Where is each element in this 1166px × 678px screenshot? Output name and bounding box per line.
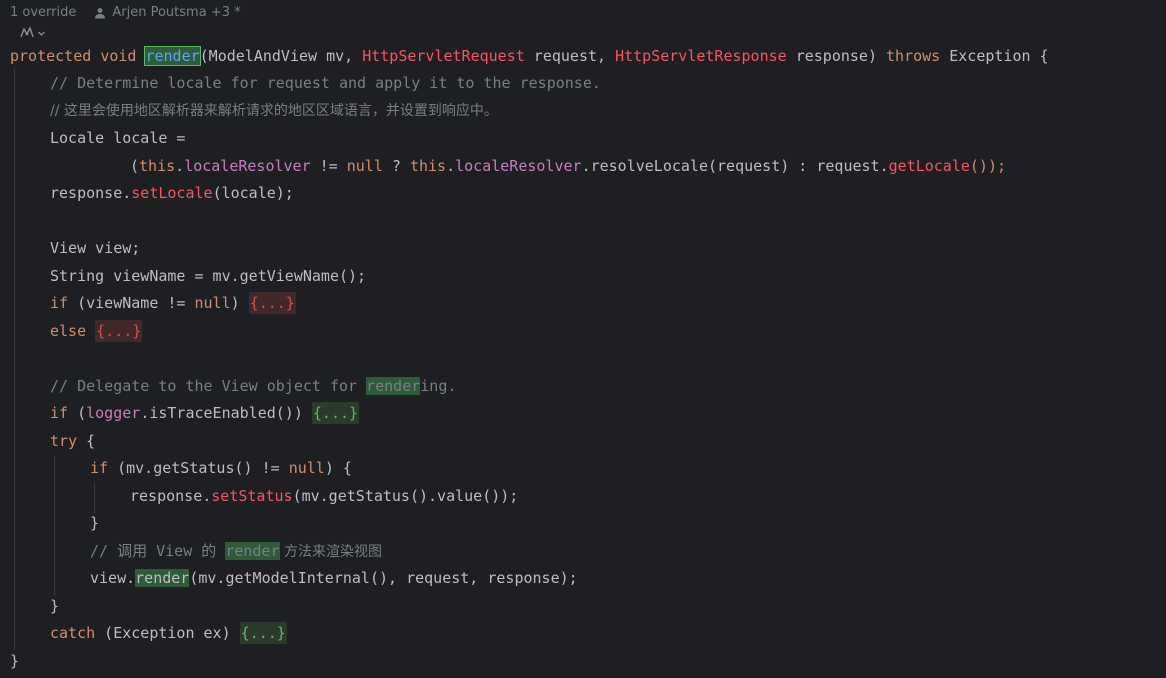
keyword-this: this xyxy=(139,157,176,175)
closing-brace: } xyxy=(10,652,20,670)
folded-block[interactable]: {...} xyxy=(248,292,296,314)
exception-text: Exception { xyxy=(940,47,1049,65)
operator: != xyxy=(310,157,347,175)
code-line-catch[interactable]: catch (Exception ex) {...} xyxy=(50,622,287,644)
call-end: ()); xyxy=(969,157,1007,175)
brace: { xyxy=(77,432,96,450)
args: (mv.getModelInternal(), request, respons… xyxy=(189,569,578,587)
keyword-catch: catch xyxy=(50,624,96,642)
field-locale-resolver[interactable]: localeResolver xyxy=(184,157,310,175)
type-http-request[interactable]: HttpServletRequest xyxy=(362,47,525,65)
indent-guide xyxy=(94,483,95,513)
keyword-void: void xyxy=(100,47,137,65)
comment-text: ing. xyxy=(420,377,457,395)
person-icon xyxy=(94,7,106,19)
keyword-protected: protected xyxy=(10,47,92,65)
param-text: request, xyxy=(524,47,616,65)
keyword-try: try xyxy=(50,432,78,450)
method-set-status[interactable]: setStatus xyxy=(211,487,292,505)
code-vision-hints: 1 override Arjen Poutsma +3 * xyxy=(10,3,241,21)
code-comment-call-render[interactable]: // 调用 View 的 render 方法来渲染视图 xyxy=(90,540,382,562)
brace: ) { xyxy=(324,459,352,477)
type-http-response[interactable]: HttpServletResponse xyxy=(615,47,787,65)
keyword-if: if xyxy=(50,294,69,312)
keyword-null: null xyxy=(194,294,231,312)
code-line-method-signature[interactable]: protected void render(ModelAndView mv, H… xyxy=(10,45,1049,67)
indent-guide xyxy=(54,456,55,596)
paren: ( xyxy=(130,157,140,175)
closing-brace: } xyxy=(90,514,100,532)
code-line-try[interactable]: try { xyxy=(50,430,95,452)
receiver: response. xyxy=(50,184,132,202)
code-line-set-locale[interactable]: response.setLocale(locale); xyxy=(50,182,294,204)
args: (mv.getStatus().value()); xyxy=(292,487,519,505)
code-line-if-status[interactable]: if (mv.getStatus() != null) { xyxy=(90,457,352,479)
keyword-if: if xyxy=(50,404,69,422)
folded-block[interactable]: {...} xyxy=(239,622,287,644)
code-line-viewname-decl[interactable]: String viewName = mv.getViewName(); xyxy=(50,265,366,287)
condition: (mv.getStatus() != xyxy=(108,459,289,477)
code-line-else[interactable]: else {...} xyxy=(50,320,143,342)
condition: (viewName != xyxy=(68,294,195,312)
code-line-locale-decl[interactable]: Locale locale = xyxy=(50,127,185,149)
keyword-if: if xyxy=(90,459,109,477)
method-render-call[interactable]: render xyxy=(135,569,190,587)
code-line-locale-ternary[interactable]: (this.localeResolver != null ? this.loca… xyxy=(130,155,1006,177)
comment-text: // 调用 View 的 xyxy=(90,542,226,560)
code-comment-english[interactable]: // Determine locale for request and appl… xyxy=(50,72,601,94)
exception-param: (Exception ex) xyxy=(95,624,240,642)
operator: ? xyxy=(382,157,410,175)
receiver: response. xyxy=(130,487,212,505)
folded-block[interactable]: {...} xyxy=(311,402,360,424)
folded-block[interactable]: {...} xyxy=(95,320,143,342)
authors-hint[interactable]: Arjen Poutsma +3 * xyxy=(112,5,240,20)
gutter-implementations-icon[interactable] xyxy=(19,25,49,41)
closing-brace: } xyxy=(50,597,60,615)
code-line-if-viewname[interactable]: if (viewName != null) {...} xyxy=(50,292,296,314)
code-line-if-trace[interactable]: if (logger.isTraceEnabled()) {...} xyxy=(50,402,360,424)
call-text: .resolveLocale(request) : request. xyxy=(581,157,889,175)
keyword-null: null xyxy=(288,459,325,477)
override-count-hint[interactable]: 1 override xyxy=(10,5,76,20)
code-line-set-status[interactable]: response.setStatus(mv.getStatus().value(… xyxy=(130,485,518,507)
code-line-view-render[interactable]: view.render(mv.getModelInternal(), reque… xyxy=(90,567,578,589)
method-get-locale[interactable]: getLocale xyxy=(889,157,970,175)
chevron-down-icon xyxy=(38,31,45,36)
method-name-render[interactable]: render xyxy=(144,46,201,66)
indent-guide xyxy=(14,68,15,650)
call-text: .isTraceEnabled()) xyxy=(140,404,312,422)
code-comment-delegate[interactable]: // Delegate to the View object for rende… xyxy=(50,375,456,397)
dot: . xyxy=(446,157,456,175)
comment-text: 方法来渲染视图 xyxy=(279,544,382,560)
code-line-view-decl[interactable]: View view; xyxy=(50,237,140,259)
keyword-else: else xyxy=(50,322,87,340)
args: (locale); xyxy=(212,184,294,202)
code-comment-chinese[interactable]: // 这里会使用地区解析器来解析请求的地区区域语言，并设置到响应中。 xyxy=(50,100,498,122)
param-text: response) xyxy=(786,47,887,65)
comment-text: // Delegate to the View object for xyxy=(50,377,367,395)
keyword-null: null xyxy=(346,157,383,175)
dot: . xyxy=(175,157,185,175)
field-logger[interactable]: logger xyxy=(86,404,140,422)
keyword-this: this xyxy=(409,157,447,175)
receiver: view. xyxy=(90,569,136,587)
field-locale-resolver[interactable]: localeResolver xyxy=(455,157,581,175)
param-text: (ModelAndView mv, xyxy=(199,47,363,65)
search-highlight: render xyxy=(366,377,421,395)
method-set-locale[interactable]: setLocale xyxy=(131,184,212,202)
search-highlight: render xyxy=(225,542,280,560)
keyword-throws: throws xyxy=(886,47,941,65)
paren: ) xyxy=(230,294,249,312)
paren: ( xyxy=(68,404,87,422)
